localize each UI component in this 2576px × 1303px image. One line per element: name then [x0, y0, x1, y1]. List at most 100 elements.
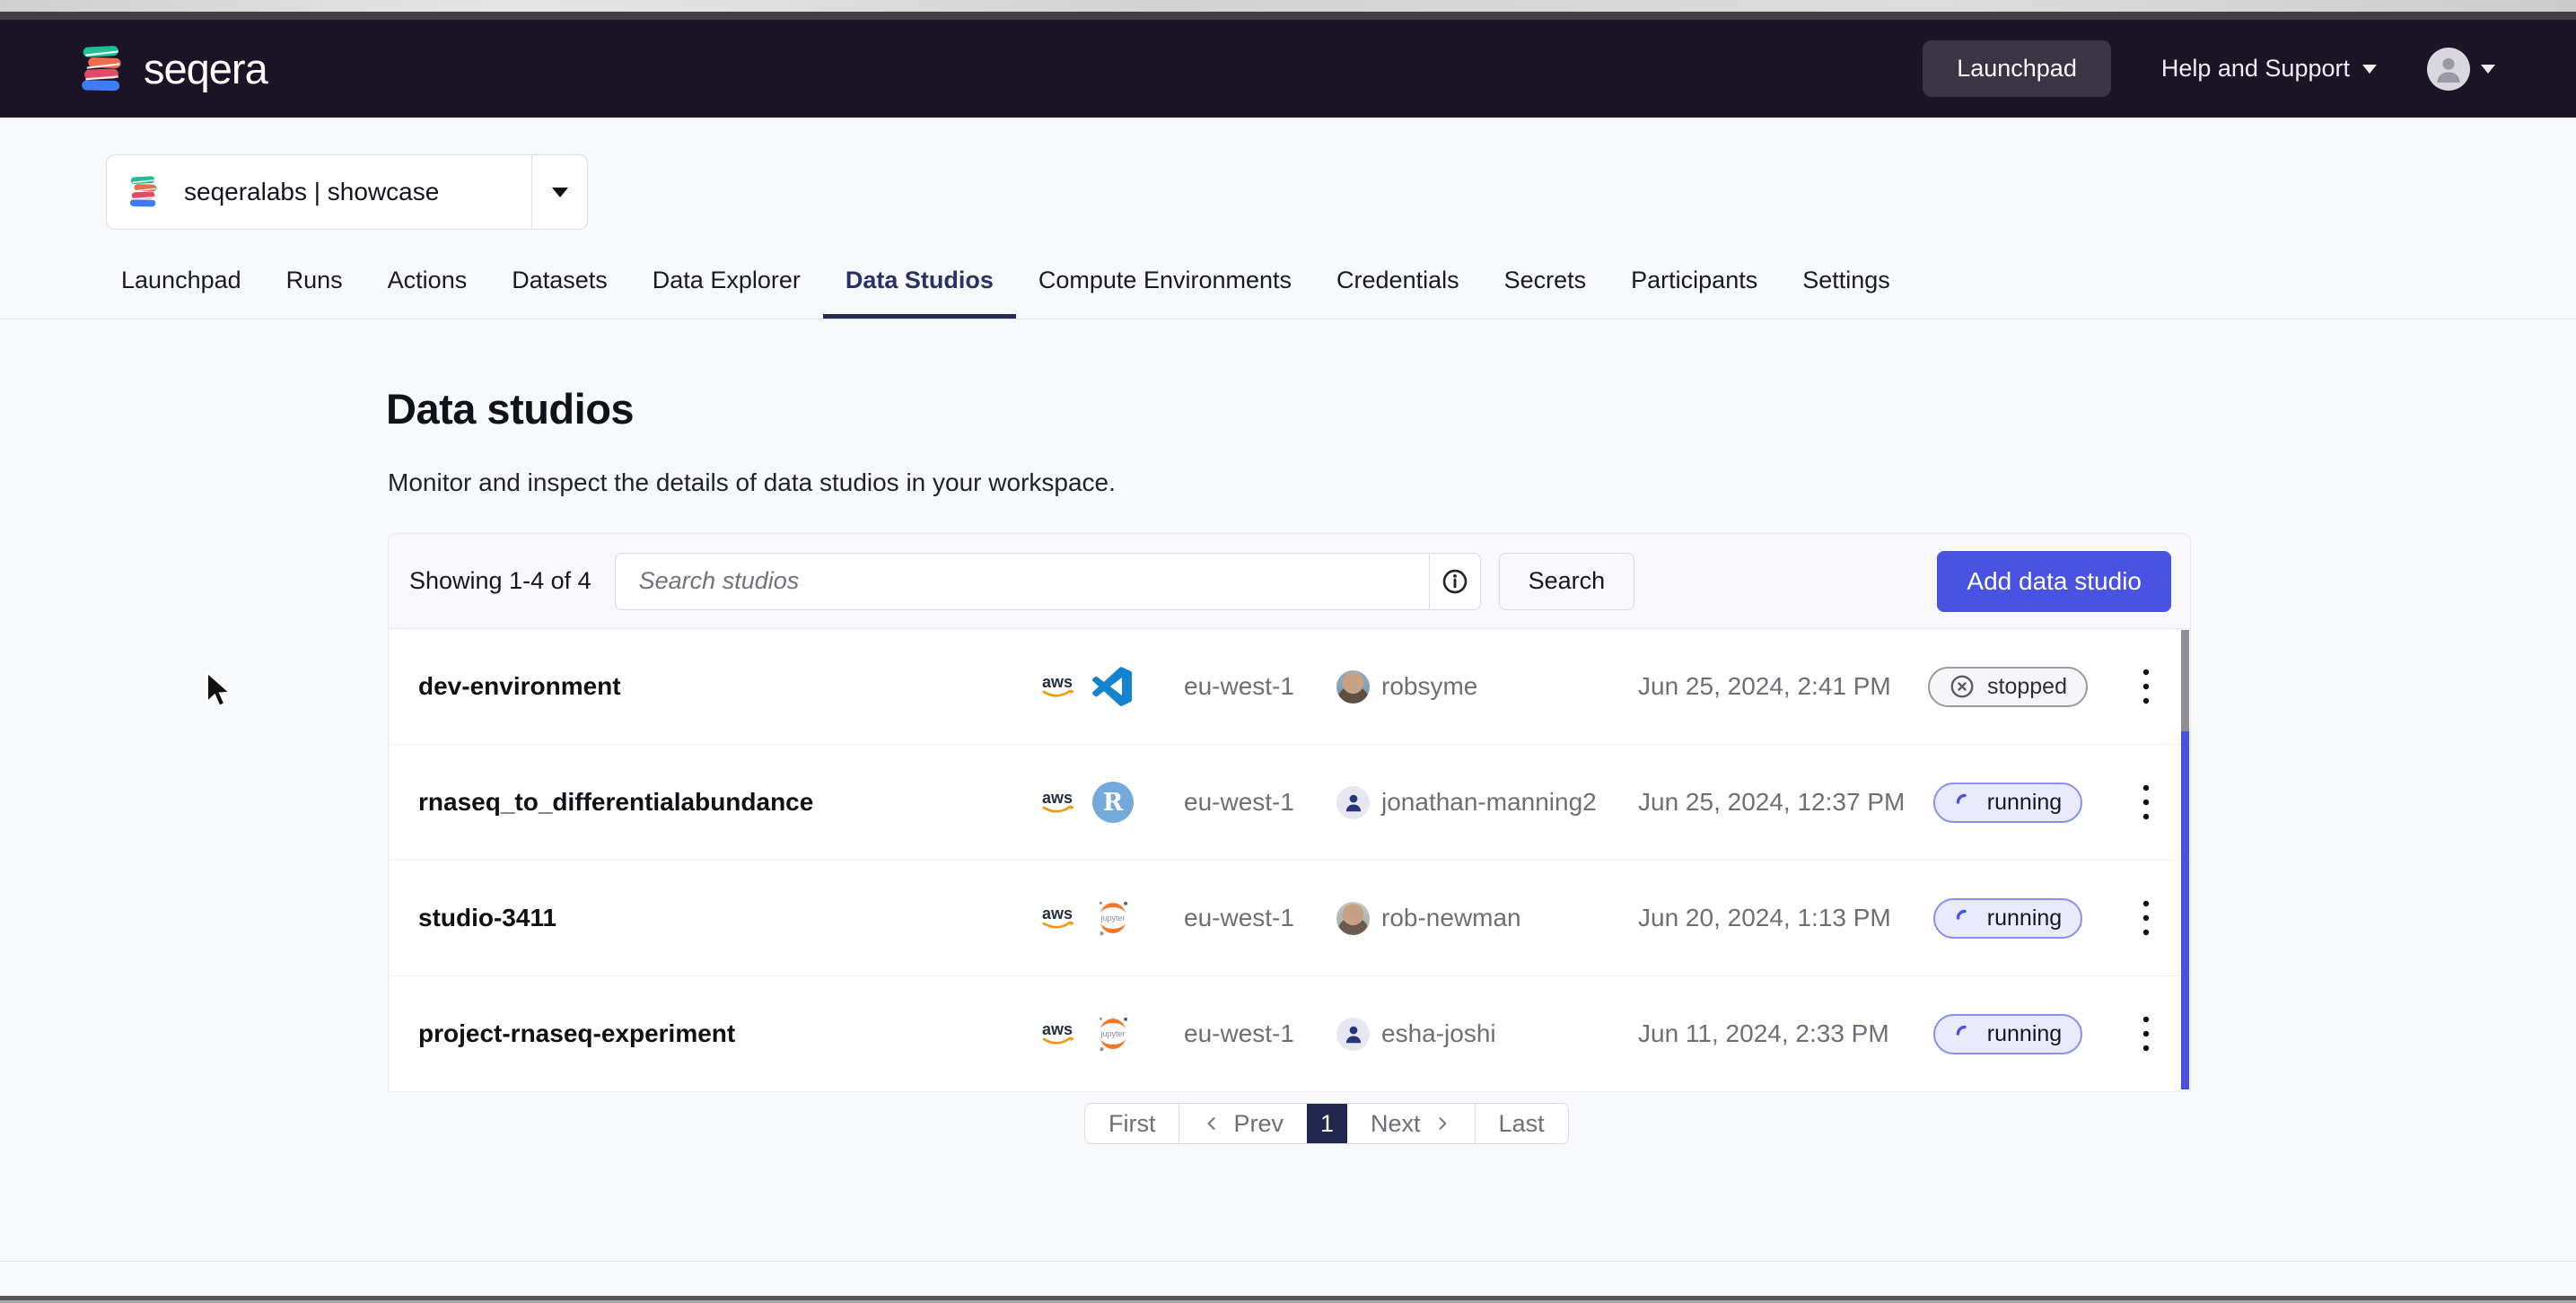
region-label: eu-west-1 — [1184, 976, 1294, 1091]
add-data-studio-button[interactable]: Add data studio — [1937, 551, 2171, 612]
tab-credentials[interactable]: Credentials — [1314, 241, 1482, 319]
tab-secrets[interactable]: Secrets — [1482, 241, 1609, 319]
tab-runs[interactable]: Runs — [264, 241, 365, 319]
row-menu-button[interactable] — [2126, 861, 2166, 975]
kebab-menu-icon — [2140, 896, 2152, 940]
launchpad-button[interactable]: Launchpad — [1923, 40, 2111, 97]
page-title: Data studios — [386, 384, 634, 433]
aws-icon: aws — [1037, 788, 1078, 817]
workspace-org-icon — [128, 175, 161, 209]
tab-settings[interactable]: Settings — [1780, 241, 1913, 319]
spinner-icon — [1954, 1023, 1976, 1045]
table-row[interactable]: studio-3411 aws R jupyter eu-west-1 — [389, 861, 2190, 976]
svg-text:jupyter: jupyter — [1100, 914, 1126, 923]
aws-icon: aws — [1037, 672, 1078, 701]
jupyter-icon: jupyter — [1092, 1013, 1134, 1054]
search-input[interactable] — [615, 553, 1429, 610]
tab-participants[interactable]: Participants — [1608, 241, 1780, 319]
date-created: Jun 20, 2024, 1:13 PM — [1638, 861, 1891, 975]
row-menu-button[interactable] — [2126, 976, 2166, 1091]
region-label: eu-west-1 — [1184, 629, 1294, 744]
svg-text:aws: aws — [1042, 789, 1073, 807]
workspace-dropdown-toggle[interactable] — [531, 155, 587, 229]
table-toolbar: Showing 1-4 of 4 Search Add data studio — [389, 534, 2190, 629]
pagination-first[interactable]: First — [1085, 1104, 1179, 1143]
status-badge-stopped: stopped — [1928, 667, 2088, 707]
search-button[interactable]: Search — [1499, 553, 1635, 610]
pagination-page-1[interactable]: 1 — [1307, 1104, 1347, 1143]
page-subtitle: Monitor and inspect the details of data … — [388, 468, 1116, 497]
pagination-current-page: 1 — [1320, 1110, 1334, 1138]
screen: seqera Launchpad Help and Support — [0, 0, 2576, 1303]
top-navbar: seqera Launchpad Help and Support — [0, 20, 2576, 118]
chevron-left-icon — [1203, 1115, 1221, 1132]
chevron-down-icon — [552, 188, 568, 197]
user-cell: rob-newman — [1336, 861, 1521, 975]
avatar — [2427, 48, 2470, 91]
kebab-menu-icon — [2140, 1012, 2152, 1055]
user-cell: robsyme — [1336, 629, 1477, 744]
info-icon — [1441, 567, 1469, 596]
studio-name[interactable]: project-rnaseq-experiment — [418, 976, 735, 1091]
footer-divider — [0, 1261, 2576, 1262]
studio-name[interactable]: dev-environment — [418, 629, 621, 744]
row-menu-button[interactable] — [2126, 745, 2166, 860]
table-row[interactable]: rnaseq_to_differentialabundance aws R ju… — [389, 745, 2190, 861]
pagination-next[interactable]: Next — [1347, 1104, 1476, 1143]
seqera-logo-icon — [79, 44, 127, 94]
date-created: Jun 11, 2024, 2:33 PM — [1638, 976, 1889, 1091]
scrollbar-thumb[interactable] — [2181, 630, 2189, 731]
search-info-button[interactable] — [1429, 553, 1481, 610]
brand-wordmark: seqera — [144, 44, 267, 93]
status-badge-running: running — [1933, 783, 2082, 823]
region-label: eu-west-1 — [1184, 745, 1294, 860]
help-label: Help and Support — [2161, 55, 2350, 83]
data-studios-table: Showing 1-4 of 4 Search Add data studio … — [388, 533, 2191, 1090]
pagination-last[interactable]: Last — [1476, 1104, 1568, 1143]
person-icon — [1342, 791, 1365, 814]
platform-icons: aws R jupyter — [1037, 976, 1134, 1091]
person-icon — [1342, 1022, 1365, 1045]
chevron-right-icon — [1433, 1115, 1451, 1132]
scrollbar-track-highlight[interactable] — [2181, 731, 2189, 1089]
tab-compute-environments[interactable]: Compute Environments — [1016, 241, 1314, 319]
showing-count: Showing 1-4 of 4 — [409, 567, 591, 595]
chevron-down-icon — [2362, 65, 2377, 74]
spinner-icon — [1954, 791, 1976, 813]
person-icon — [2431, 51, 2466, 87]
pagination: First Prev 1 Next Last — [1084, 1103, 1569, 1144]
jupyter-icon: jupyter — [1092, 897, 1134, 939]
kebab-menu-icon — [2140, 781, 2152, 824]
user-menu[interactable] — [2427, 48, 2495, 91]
status-label: running — [1987, 790, 2062, 816]
status-label: stopped — [1987, 674, 2067, 700]
vscode-icon — [1092, 667, 1132, 706]
tab-actions[interactable]: Actions — [365, 241, 490, 319]
studio-name[interactable]: rnaseq_to_differentialabundance — [418, 745, 813, 860]
table-row[interactable]: dev-environment aws R jupyter eu-west-1 — [389, 629, 2190, 745]
workspace-tabbar: LaunchpadRunsActionsDatasetsData Explore… — [0, 241, 2576, 319]
pagination-prev[interactable]: Prev — [1179, 1104, 1307, 1143]
table-row[interactable]: project-rnaseq-experiment aws R jupyter … — [389, 976, 2190, 1092]
status-label: running — [1987, 905, 2062, 931]
tab-data-explorer[interactable]: Data Explorer — [630, 241, 823, 319]
pagination-last-label: Last — [1499, 1110, 1545, 1138]
tab-launchpad[interactable]: Launchpad — [99, 241, 264, 319]
aws-icon: aws — [1037, 904, 1078, 932]
stopped-icon — [1949, 673, 1976, 700]
browser-top-frame — [0, 12, 2576, 20]
row-menu-button[interactable] — [2126, 629, 2166, 744]
seqera-brand[interactable]: seqera — [79, 44, 267, 94]
help-and-support-menu[interactable]: Help and Support — [2161, 55, 2377, 83]
studio-name[interactable]: studio-3411 — [418, 861, 556, 975]
tab-data-studios[interactable]: Data Studios — [823, 241, 1016, 319]
kebab-menu-icon — [2140, 665, 2152, 708]
user-avatar — [1336, 670, 1370, 704]
workspace-name: seqeralabs | showcase — [184, 178, 439, 206]
region-label: eu-west-1 — [1184, 861, 1294, 975]
tab-datasets[interactable]: Datasets — [489, 241, 630, 319]
user-cell: esha-joshi — [1336, 976, 1496, 1091]
workspace-selector[interactable]: seqeralabs | showcase — [106, 154, 588, 230]
user-avatar — [1336, 902, 1370, 935]
platform-icons: aws R jupyter — [1037, 745, 1134, 860]
